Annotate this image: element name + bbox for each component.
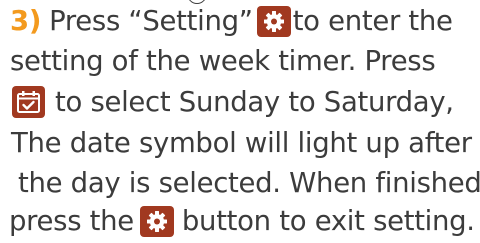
calendar-check-icon xyxy=(12,86,45,118)
line5-text: the day is selected. When finished, xyxy=(18,167,480,199)
instruction-line-4: The date symbol will light up after xyxy=(11,124,472,162)
gear-icon xyxy=(256,5,291,37)
instruction-line-6: press the button to exit setting. xyxy=(9,202,475,240)
instruction-line-3: to select Sunday to Saturday, xyxy=(10,83,454,121)
line1-text-before-icon: Press “Setting” xyxy=(49,5,253,37)
instruction-line-5: the day is selected. When finished, xyxy=(18,164,480,202)
line4-text: The date symbol will light up after xyxy=(11,127,472,159)
step-number: 3) xyxy=(10,5,42,37)
line1-text-after-icon: to enter the xyxy=(292,5,453,37)
line2-text: setting of the week timer. Press xyxy=(10,45,436,77)
instruction-line-1: 3) Press “Setting” to enter the xyxy=(10,2,453,40)
gear-icon xyxy=(139,205,174,237)
instruction-block: 3) Press “Setting” to enter the setting … xyxy=(0,0,480,243)
line6-text-after-icon: button to exit setting. xyxy=(181,205,475,237)
line6-text-before-icon: press the xyxy=(9,205,134,237)
line3-text-after-icon: to select Sunday to Saturday, xyxy=(55,86,454,118)
instruction-line-2: setting of the week timer. Press xyxy=(10,42,436,80)
